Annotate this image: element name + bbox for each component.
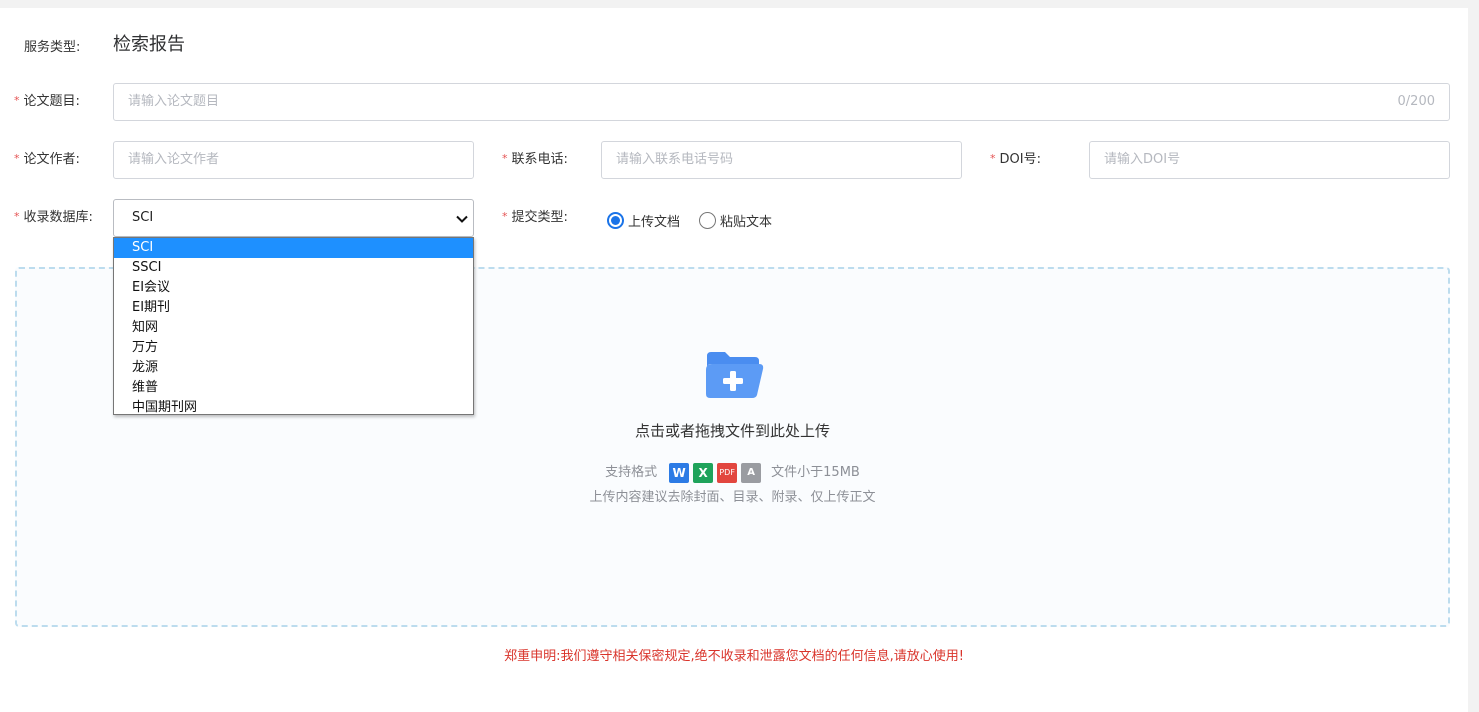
form-page: 服务类型: 检索报告 * 论文题目: 请输入论文题目 0/200 * 论文作者: 请… <box>0 8 1468 712</box>
submit-type-label-text: 提交类型: <box>511 210 568 225</box>
excel-icon: X <box>693 463 714 483</box>
phone-label-text: 联系电话: <box>511 152 568 167</box>
chevron-down-icon <box>456 215 468 223</box>
phone-placeholder: 请输入联系电话号码 <box>616 152 734 167</box>
database-option-sci[interactable]: SCI <box>114 238 473 258</box>
author-input[interactable]: 请输入论文作者 <box>113 141 474 179</box>
database-option-ei-conference[interactable]: EI会议 <box>114 278 473 298</box>
page-scrollbar[interactable] <box>1468 0 1479 712</box>
text-file-icon: A <box>741 463 762 483</box>
title-label: * 论文题目: <box>14 92 80 112</box>
upload-main-text: 点击或者拖拽文件到此处上传 <box>634 422 830 440</box>
service-type-label: 服务类型: <box>24 40 81 55</box>
radio-paste-text[interactable]: 粘贴文本 <box>699 210 772 230</box>
radio-upload-document[interactable]: 上传文档 <box>607 210 680 230</box>
database-select[interactable]: SCI <box>113 199 474 237</box>
database-label: * 收录数据库: <box>14 208 93 228</box>
database-option-vip[interactable]: 维普 <box>114 378 473 398</box>
radio-checked-indicator[interactable] <box>607 211 624 229</box>
required-mark: * <box>14 210 20 223</box>
title-char-counter: 0/200 <box>1397 94 1435 109</box>
privacy-disclaimer: 郑重申明:我们遵守相关保密规定,绝不收录和泄露您文档的任何信息,请放心使用! <box>504 649 964 664</box>
upload-tip: 上传内容建议去除封面、目录、附录、仅上传正文 <box>589 490 876 505</box>
required-mark: * <box>990 152 996 165</box>
pdf-icon: PDF <box>717 463 738 483</box>
supported-formats-row: 支持格式 W X PDF A 文件小于15MB <box>17 463 1448 483</box>
doi-label: * DOI号: <box>990 150 1041 170</box>
database-option-longyuan[interactable]: 龙源 <box>114 358 473 378</box>
word-icon: W <box>669 463 690 483</box>
author-placeholder: 请输入论文作者 <box>128 152 220 167</box>
required-mark: * <box>502 152 508 165</box>
required-mark: * <box>14 94 20 107</box>
title-input[interactable]: 请输入论文题目 0/200 <box>113 83 1450 121</box>
folder-add-icon <box>706 352 764 398</box>
phone-input[interactable]: 请输入联系电话号码 <box>601 141 962 179</box>
required-mark: * <box>14 152 20 165</box>
database-option-cnki[interactable]: 知网 <box>114 318 473 338</box>
database-selected-value: SCI <box>132 210 154 225</box>
formats-label: 支持格式 <box>605 465 658 480</box>
database-option-cjn[interactable]: 中国期刊网 <box>114 398 473 418</box>
database-label-text: 收录数据库: <box>23 210 93 225</box>
author-label-text: 论文作者: <box>23 152 80 167</box>
radio-upload-document-label: 上传文档 <box>628 214 681 230</box>
database-option-wanfang[interactable]: 万方 <box>114 338 473 358</box>
file-size-limit: 文件小于15MB <box>771 465 860 480</box>
title-placeholder: 请输入论文题目 <box>128 94 220 109</box>
doi-input[interactable]: 请输入DOI号 <box>1089 141 1450 179</box>
database-option-ei-journal[interactable]: EI期刊 <box>114 298 473 318</box>
author-label: * 论文作者: <box>14 150 80 170</box>
doi-label-text: DOI号: <box>999 152 1041 167</box>
submit-type-label: * 提交类型: <box>502 208 568 228</box>
radio-paste-text-label: 粘贴文本 <box>720 214 773 230</box>
phone-label: * 联系电话: <box>502 150 568 170</box>
doi-placeholder: 请输入DOI号 <box>1104 152 1181 167</box>
database-dropdown-list: SCI SSCI EI会议 EI期刊 知网 万方 龙源 维普 中国期刊网 <box>113 237 474 415</box>
radio-unchecked-indicator[interactable] <box>699 211 716 229</box>
service-type-value: 检索报告 <box>113 34 185 55</box>
required-mark: * <box>502 210 508 223</box>
title-label-text: 论文题目: <box>23 94 80 109</box>
database-option-ssci[interactable]: SSCI <box>114 258 473 278</box>
